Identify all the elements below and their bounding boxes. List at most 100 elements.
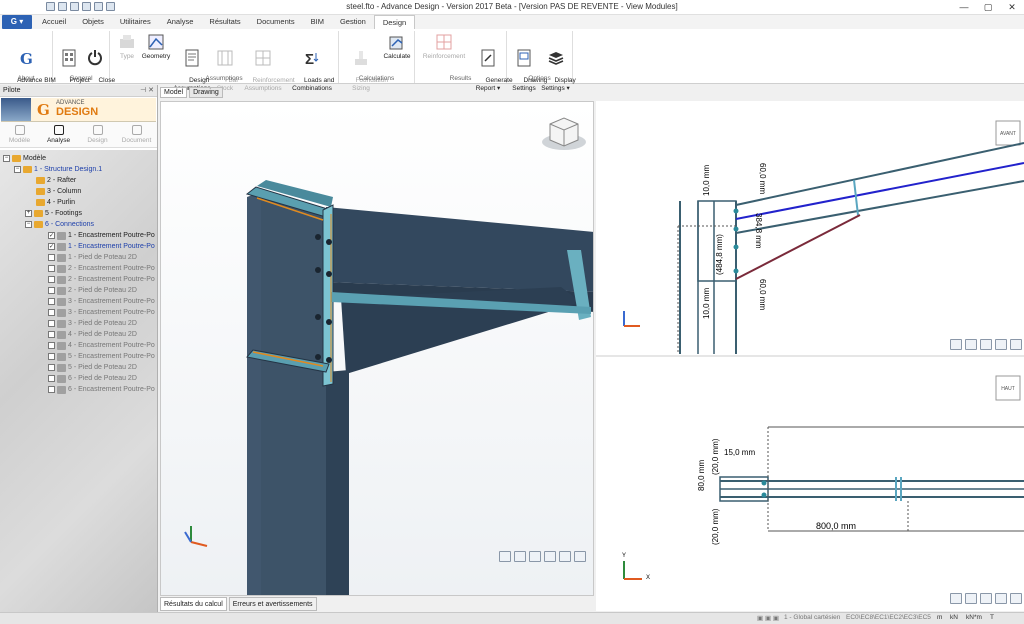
zoom-in-icon[interactable] bbox=[574, 551, 586, 562]
tree-connection-item[interactable]: 2 - Encastrement Poutre-Po bbox=[48, 263, 155, 274]
view-front-icon[interactable] bbox=[544, 551, 556, 562]
display-settings-button[interactable]: Display Settings ▾ bbox=[540, 33, 576, 101]
checkbox[interactable] bbox=[48, 298, 55, 305]
foundation-sizing-button[interactable]: Foundation Sizing bbox=[341, 33, 388, 101]
calculate-button[interactable]: Calculate bbox=[381, 33, 413, 61]
tree-connection-item[interactable]: 2 - Encastrement Poutre-Po bbox=[48, 274, 155, 285]
reinforcement-assumptions-button[interactable]: Reinforcement Assumptions bbox=[238, 33, 295, 101]
tree-node-purlin[interactable]: 4 - Purlin bbox=[36, 197, 75, 208]
close-window-button[interactable]: ✕ bbox=[1000, 0, 1024, 14]
mode-design[interactable]: Design bbox=[78, 122, 117, 147]
checkbox[interactable] bbox=[48, 276, 55, 283]
reinforcement-button[interactable]: Reinforcement bbox=[417, 33, 471, 61]
checkbox[interactable] bbox=[48, 342, 55, 349]
tab-drawing[interactable]: Drawing bbox=[189, 87, 223, 98]
loads-combinations-button[interactable]: Σ Loads and Combinations bbox=[288, 33, 336, 101]
coordinate-system[interactable]: 1 - Global cartésien bbox=[784, 614, 840, 621]
type-button[interactable]: Type bbox=[114, 33, 140, 61]
mode-analyse[interactable]: Analyse bbox=[39, 122, 78, 147]
zoom-extents-icon[interactable] bbox=[950, 593, 962, 604]
tree-connection-item[interactable]: 3 - Encastrement Poutre-Po bbox=[48, 296, 155, 307]
zoom-window-icon[interactable] bbox=[965, 339, 977, 350]
expand-icon[interactable]: + bbox=[25, 210, 32, 217]
collapse-icon[interactable]: − bbox=[25, 221, 32, 228]
tab-documents[interactable]: Documents bbox=[249, 15, 303, 29]
geometry-button[interactable]: Geometry bbox=[140, 33, 172, 61]
unit-moment[interactable]: kN*m bbox=[966, 614, 982, 621]
view-3d-icon[interactable] bbox=[980, 339, 992, 350]
unit-length[interactable]: m bbox=[937, 614, 942, 621]
tree-connection-item[interactable]: 6 - Pied de Poteau 2D bbox=[48, 373, 137, 384]
zoom-extents-icon[interactable] bbox=[950, 339, 962, 350]
tab-analyse[interactable]: Analyse bbox=[159, 15, 202, 29]
tree-connection-item[interactable]: ✓ 1 - Encastrement Poutre-Po bbox=[48, 230, 155, 241]
checkbox[interactable] bbox=[48, 331, 55, 338]
tree-connection-item[interactable]: 3 - Pied de Poteau 2D bbox=[48, 318, 137, 329]
checkbox[interactable] bbox=[48, 320, 55, 327]
tab-bim[interactable]: BIM bbox=[303, 15, 332, 29]
checkbox[interactable] bbox=[48, 364, 55, 371]
tab-model[interactable]: Model bbox=[160, 87, 188, 98]
tab-objets[interactable]: Objets bbox=[74, 15, 112, 29]
tab-resultats-calcul[interactable]: Résultats du calcul bbox=[160, 597, 227, 611]
tree-connection-item[interactable]: 5 - Pied de Poteau 2D bbox=[48, 362, 137, 373]
collapse-icon[interactable]: − bbox=[3, 155, 10, 162]
tree-connection-item[interactable]: 4 - Pied de Poteau 2D bbox=[48, 329, 137, 340]
view-haut-label: HAUT bbox=[1001, 386, 1015, 392]
minimize-button[interactable]: — bbox=[952, 0, 976, 14]
collapse-icon[interactable]: − bbox=[14, 166, 21, 173]
tree-connection-item[interactable]: 3 - Encastrement Poutre-Po bbox=[48, 307, 155, 318]
tree-connection-item[interactable]: 4 - Encastrement Poutre-Po bbox=[48, 340, 155, 351]
unit-force[interactable]: kN bbox=[950, 614, 958, 621]
tab-design[interactable]: Design bbox=[373, 15, 416, 30]
checkbox-checked[interactable]: ✓ bbox=[48, 232, 55, 239]
tree-node-connections[interactable]: − 6 - Connections bbox=[25, 219, 94, 230]
zoom-extents-icon[interactable] bbox=[499, 551, 511, 562]
tree-connection-item[interactable]: 1 - Pied de Poteau 2D bbox=[48, 252, 137, 263]
view-3d-icon[interactable] bbox=[529, 551, 541, 562]
mode-modele[interactable]: Modèle bbox=[0, 122, 39, 147]
view-front-icon[interactable] bbox=[995, 339, 1007, 350]
checkbox[interactable] bbox=[48, 265, 55, 272]
view-3d-icon[interactable] bbox=[980, 593, 992, 604]
tab-gestion[interactable]: Gestion bbox=[332, 15, 374, 29]
tree-connection-item[interactable]: 5 - Encastrement Poutre-Po bbox=[48, 351, 155, 362]
view-side-icon[interactable] bbox=[559, 551, 571, 562]
tab-accueil[interactable]: Accueil bbox=[34, 15, 74, 29]
drawing-settings-button[interactable]: Drawing Settings bbox=[509, 33, 547, 101]
3d-viewport[interactable] bbox=[160, 101, 594, 596]
tree-node-rafter[interactable]: 2 - Rafter bbox=[36, 175, 76, 186]
checkbox[interactable] bbox=[48, 386, 55, 393]
tree-node-modele[interactable]: − Modèle bbox=[3, 153, 46, 164]
eurocodes[interactable]: EC0\EC8\EC1\EC2\EC3\EC5 bbox=[846, 614, 931, 621]
app-window: steel.fto - Advance Design - Version 201… bbox=[0, 0, 1024, 624]
zoom-window-icon[interactable] bbox=[514, 551, 526, 562]
view-side-icon[interactable] bbox=[1010, 593, 1022, 604]
view-cube-icon[interactable] bbox=[542, 117, 586, 150]
tree-node-column[interactable]: 3 - Column bbox=[36, 186, 81, 197]
tab-erreurs-avertissements[interactable]: Erreurs et avertissements bbox=[228, 597, 317, 611]
tree-connection-item[interactable]: 2 - Pied de Poteau 2D bbox=[48, 285, 137, 296]
tree-node-footings[interactable]: +5 - Footings bbox=[25, 208, 82, 219]
tree-connection-item[interactable]: ✓ 1 - Encastrement Poutre-Po bbox=[48, 241, 155, 252]
generate-report-button[interactable]: Generate Report ▾ bbox=[471, 33, 513, 101]
checkbox[interactable] bbox=[48, 254, 55, 261]
checkbox[interactable] bbox=[48, 287, 55, 294]
view-front-icon[interactable] bbox=[995, 593, 1007, 604]
pin-icon[interactable]: ⊣ ✕ bbox=[140, 85, 154, 97]
app-menu-button[interactable]: G ▾ bbox=[2, 15, 32, 29]
maximize-button[interactable]: ▢ bbox=[976, 0, 1000, 14]
mode-document[interactable]: Document bbox=[117, 122, 156, 147]
tab-utilitaires[interactable]: Utilitaires bbox=[112, 15, 159, 29]
tree-connection-item[interactable]: 6 - Encastrement Poutre-Po bbox=[48, 384, 155, 395]
drawing-viewport[interactable]: AVANT 10,0 mm 60,0 mm (484,8 mm) 384,8 m… bbox=[596, 101, 1024, 611]
checkbox[interactable] bbox=[48, 309, 55, 316]
view-side-icon[interactable] bbox=[1010, 339, 1022, 350]
checkbox[interactable] bbox=[48, 375, 55, 382]
tree-node-structure[interactable]: − 1 - Structure Design.1 bbox=[14, 164, 102, 175]
checkbox-checked[interactable]: ✓ bbox=[48, 243, 55, 250]
unit-temperature[interactable]: T bbox=[990, 614, 994, 621]
checkbox[interactable] bbox=[48, 353, 55, 360]
zoom-window-icon[interactable] bbox=[965, 593, 977, 604]
tab-resultats[interactable]: Résultats bbox=[201, 15, 248, 29]
